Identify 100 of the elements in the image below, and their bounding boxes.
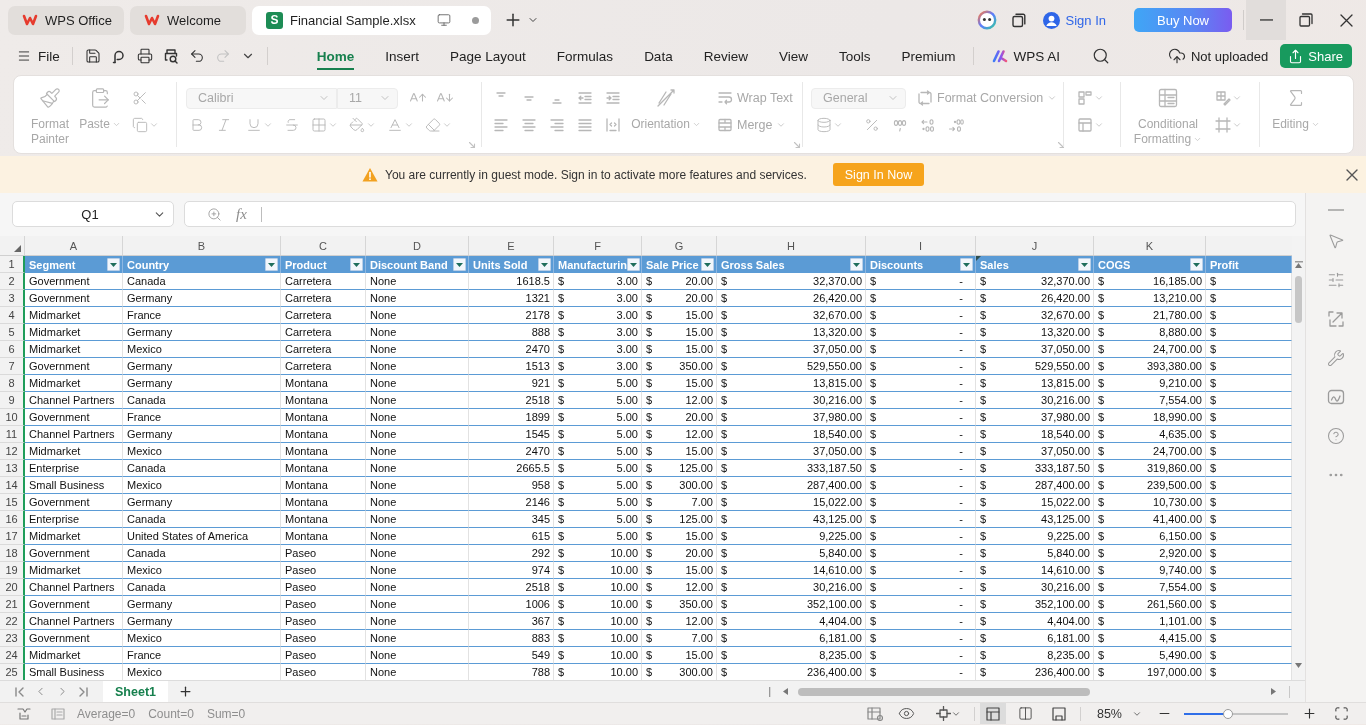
last-sheet-icon[interactable]	[78, 685, 89, 698]
undo-icon[interactable]	[188, 48, 205, 64]
frame-arrow-icon[interactable]	[1327, 310, 1345, 328]
assistant-face-icon[interactable]	[976, 10, 997, 30]
filter-button[interactable]	[538, 258, 551, 271]
filter-button[interactable]	[350, 258, 363, 271]
wps-ai-button[interactable]: WPS AI	[992, 48, 1060, 64]
first-sheet-icon[interactable]	[14, 685, 25, 698]
row-number[interactable]: 13	[0, 460, 25, 477]
upload-status-button[interactable]: Not uploaded	[1167, 47, 1269, 65]
row-number[interactable]: 15	[0, 494, 25, 511]
scroll-left-icon[interactable]	[783, 688, 788, 695]
menu-tab[interactable]: Tools	[838, 42, 871, 70]
row-number[interactable]: 3	[0, 290, 25, 307]
row-number[interactable]: 2	[0, 273, 25, 290]
column-header[interactable]: I	[866, 236, 976, 255]
scroll-up-icon[interactable]	[1295, 263, 1302, 268]
file-menu-button[interactable]: File	[17, 48, 60, 64]
row-number[interactable]: 25	[0, 664, 25, 680]
row-number[interactable]: 11	[0, 426, 25, 443]
row-number[interactable]: 12	[0, 443, 25, 460]
column-header[interactable]: K	[1094, 236, 1206, 255]
row-number[interactable]: 21	[0, 596, 25, 613]
tray-icon[interactable]	[17, 706, 31, 721]
sliders-icon[interactable]	[1327, 271, 1345, 289]
filter-button[interactable]	[107, 258, 120, 271]
zoom-in-icon[interactable]	[1302, 706, 1317, 721]
row-number[interactable]: 20	[0, 579, 25, 596]
row-number[interactable]: 18	[0, 545, 25, 562]
filter-button[interactable]	[960, 258, 973, 271]
scroll-right-icon[interactable]	[1271, 688, 1276, 695]
wrench-icon[interactable]	[1327, 349, 1345, 367]
row-number[interactable]: 7	[0, 358, 25, 375]
document-tab[interactable]: WPS Office	[8, 5, 124, 35]
menu-tab[interactable]: Formulas	[556, 42, 614, 70]
filter-button[interactable]	[627, 258, 641, 271]
search-icon[interactable]	[1092, 47, 1110, 65]
filter-button[interactable]	[1078, 258, 1091, 271]
row-number[interactable]: 10	[0, 409, 25, 426]
row-number[interactable]: 22	[0, 613, 25, 630]
menu-tab[interactable]: Premium	[901, 42, 956, 70]
fullscreen-icon[interactable]	[1334, 706, 1349, 721]
page-search-icon[interactable]	[162, 48, 179, 64]
row-number[interactable]: 8	[0, 375, 25, 392]
filter-button[interactable]	[265, 258, 278, 271]
row-number[interactable]: 17	[0, 528, 25, 545]
column-header[interactable]: C	[281, 236, 366, 255]
row-number[interactable]: 16	[0, 511, 25, 528]
eye-icon[interactable]	[897, 705, 915, 722]
row-number[interactable]: 6	[0, 341, 25, 358]
scroll-thumb[interactable]	[1295, 276, 1302, 323]
loop-pen-icon[interactable]	[110, 48, 127, 64]
menu-tab[interactable]: View	[778, 42, 808, 70]
scroll-down-icon[interactable]	[1295, 663, 1302, 668]
close-icon[interactable]	[1339, 13, 1353, 27]
menu-tab[interactable]: Review	[703, 42, 748, 70]
row-number[interactable]: 23	[0, 630, 25, 647]
scroll-thumb[interactable]	[798, 687, 1090, 696]
close-icon[interactable]	[1346, 168, 1358, 181]
column-header[interactable]: G	[642, 236, 717, 255]
row-number[interactable]: 9	[0, 392, 25, 409]
add-sheet-icon[interactable]	[178, 684, 193, 699]
save-icon[interactable]	[84, 48, 101, 64]
column-header[interactable]: D	[366, 236, 469, 255]
list-icon[interactable]	[51, 706, 65, 721]
zoom-level-button[interactable]: 85%	[1096, 706, 1142, 721]
row-number[interactable]: 14	[0, 477, 25, 494]
restore-icon[interactable]	[1299, 13, 1313, 27]
menu-tab[interactable]: Insert	[385, 42, 420, 70]
menu-tab[interactable]: Home	[316, 42, 355, 70]
sheet-tab[interactable]: Sheet1	[103, 681, 168, 702]
chart-frame-icon[interactable]	[1327, 388, 1345, 406]
column-header[interactable]: H	[717, 236, 866, 255]
column-header[interactable]: E	[469, 236, 554, 255]
windows-icon[interactable]	[1010, 12, 1027, 28]
share-button[interactable]: Share	[1280, 44, 1352, 68]
zoom-slider-thumb[interactable]	[1222, 708, 1233, 719]
row-number[interactable]: 24	[0, 647, 25, 664]
filter-button[interactable]	[850, 258, 863, 271]
name-box[interactable]: Q1	[12, 201, 174, 227]
document-tab[interactable]: Welcome	[130, 5, 246, 35]
sign-in-link[interactable]: Sign In	[1042, 11, 1106, 29]
cursor-icon[interactable]	[1327, 232, 1345, 250]
help-icon[interactable]	[1327, 427, 1345, 445]
row-number[interactable]: 5	[0, 324, 25, 341]
split-handle-icon[interactable]	[1294, 261, 1303, 263]
column-header[interactable]: A	[25, 236, 123, 255]
crosshair-icon[interactable]	[935, 706, 951, 721]
filter-button[interactable]	[453, 258, 466, 271]
menu-tab[interactable]: Page Layout	[450, 42, 526, 70]
filter-button[interactable]	[1190, 258, 1203, 271]
view-mode-button[interactable]	[979, 703, 1006, 724]
column-header[interactable]: F	[554, 236, 642, 255]
column-header[interactable]: B	[123, 236, 281, 255]
menu-tab[interactable]: Data	[644, 42, 673, 70]
row-number[interactable]: 1	[0, 256, 25, 273]
row-number[interactable]: 4	[0, 307, 25, 324]
column-header[interactable]: J	[976, 236, 1094, 255]
select-all-icon[interactable]	[14, 245, 21, 252]
print-icon[interactable]	[136, 48, 153, 64]
